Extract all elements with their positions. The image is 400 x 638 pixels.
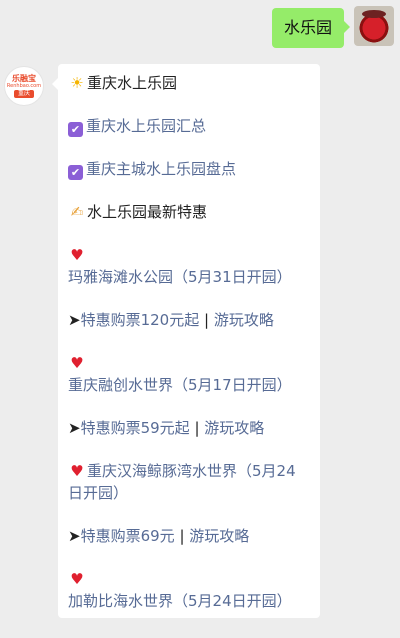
arrow-icon: ➤ xyxy=(68,311,81,329)
outgoing-message-bubble[interactable]: 水乐园 xyxy=(271,8,351,48)
brand-avatar[interactable]: 乐融宝 Renhbao.com 重庆 xyxy=(4,66,44,106)
check-box-icon: ✔ xyxy=(68,122,83,137)
incoming-message-bubble: ☀ 重庆水上乐园 ✔ 重庆水上乐园汇总 ✔ 重庆主城水上乐园盘点 ✍ 水上乐园最新特惠 … xyxy=(52,64,320,618)
writing-hand-icon: ✍ xyxy=(70,203,84,221)
arrow-icon: ➤ xyxy=(68,419,81,437)
link-guide-sunac[interactable]: 游玩攻略 xyxy=(200,419,264,437)
check-box-icon: ✔ xyxy=(68,165,83,180)
user-avatar[interactable] xyxy=(354,6,394,46)
link-park-hanhai-dolphin-bay[interactable]: 重庆汉海鲸豚湾水世界（5月24日开园） xyxy=(68,462,296,502)
section-heading-line: ✍ 水上乐园最新特惠 xyxy=(68,201,310,223)
link-park-maya-beach[interactable]: 玛雅海滩水公园（5月31日开园） xyxy=(68,268,292,286)
link-park-sunac-water-world[interactable]: 重庆融创水世界（5月17日开园） xyxy=(68,376,292,394)
outgoing-message-row: 水乐园 xyxy=(271,6,394,48)
link-guide-maya[interactable]: 游玩攻略 xyxy=(209,311,274,329)
message-title-line: ☀ 重庆水上乐园 xyxy=(68,72,310,94)
red-heart-icon: ♥ xyxy=(70,354,84,372)
link-guide-hanhai[interactable]: 游玩攻略 xyxy=(185,527,249,545)
link-line-inventory: ✔ 重庆主城水上乐园盘点 xyxy=(68,158,310,180)
link-buy-tickets-maya[interactable]: 特惠购票120元起 xyxy=(81,311,204,329)
link-park-caribbean-water-world[interactable]: 加勒比海水世界（5月24日开园） xyxy=(68,592,292,610)
park-line-caribbean: ♥ 加勒比海水世界（5月24日开园） xyxy=(68,568,310,612)
park-line-maya: ♥ 玛雅海滩水公园（5月31日开园） xyxy=(68,244,310,288)
offer-line-hanhai: ➤特惠购票69元 | 游玩攻略 xyxy=(68,525,310,547)
link-water-park-summary[interactable]: 重庆水上乐园汇总 xyxy=(86,117,206,135)
brand-avatar-site: Renhbao.com xyxy=(6,83,42,89)
sun-emoji-icon: ☀ xyxy=(70,74,84,92)
link-buy-tickets-sunac[interactable]: 特惠购票59元起 xyxy=(81,419,195,437)
link-water-park-inventory[interactable]: 重庆主城水上乐园盘点 xyxy=(86,160,236,178)
red-heart-icon: ♥ xyxy=(70,246,84,264)
link-line-summary: ✔ 重庆水上乐园汇总 xyxy=(68,115,310,137)
link-buy-tickets-hanhai[interactable]: 特惠购票69元 xyxy=(81,527,180,545)
offer-line-maya: ➤特惠购票120元起 | 游玩攻略 xyxy=(68,309,310,331)
park-line-hanhai: ♥ 重庆汉海鲸豚湾水世界（5月24日开园） xyxy=(68,460,310,504)
brand-avatar-city: 重庆 xyxy=(13,90,34,98)
brand-avatar-name: 乐融宝 xyxy=(12,74,36,83)
section-heading: 水上乐园最新特惠 xyxy=(87,203,208,221)
arrow-icon: ➤ xyxy=(68,527,81,545)
red-heart-icon: ♥ xyxy=(70,570,84,588)
park-line-sunac: ♥ 重庆融创水世界（5月17日开园） xyxy=(68,352,310,396)
incoming-message-row: 乐融宝 Renhbao.com 重庆 ☀ 重庆水上乐园 ✔ 重庆水上乐园汇总 ✔ 重庆… xyxy=(4,64,320,618)
message-title: 重庆水上乐园 xyxy=(87,74,178,92)
red-heart-icon: ♥ xyxy=(70,462,84,480)
offer-line-sunac: ➤特惠购票59元起 | 游玩攻略 xyxy=(68,417,310,439)
